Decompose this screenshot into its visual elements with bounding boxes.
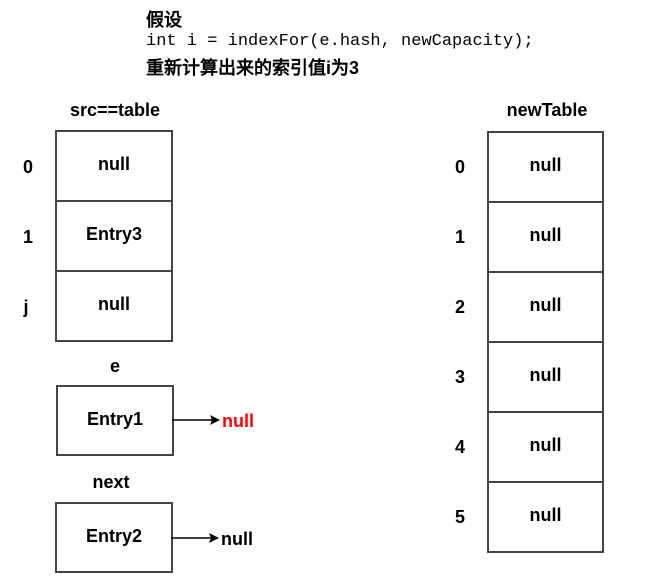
src-cell-0: null xyxy=(57,132,171,202)
src-index-0: 0 xyxy=(22,157,33,177)
recomputed-index-note: 重新计算出来的索引值i为3 xyxy=(146,58,360,78)
entry2-node: Entry2 xyxy=(55,502,173,573)
assumption-title: 假设 xyxy=(146,10,182,30)
src-cell-1: Entry3 xyxy=(57,202,171,272)
src-table: null Entry3 null xyxy=(55,130,173,342)
e-label: e xyxy=(109,356,120,376)
next-next-null: null xyxy=(221,529,253,549)
new-table: null null null null null null xyxy=(487,131,604,553)
new-index-3: 3 xyxy=(454,367,465,387)
next-label: next xyxy=(92,472,130,492)
src-cell-j: null xyxy=(98,294,130,314)
src-index-1: 1 xyxy=(22,227,33,247)
src-index-j: j xyxy=(23,297,29,317)
new-cell-2: null xyxy=(489,273,602,343)
new-table-title: newTable xyxy=(506,100,588,120)
e-next-null: null xyxy=(222,411,254,431)
new-index-1: 1 xyxy=(454,227,465,247)
new-index-2: 2 xyxy=(454,297,465,317)
new-cell-3: null xyxy=(489,343,602,413)
new-index-5: 5 xyxy=(454,507,465,527)
new-cell-5: null xyxy=(529,505,562,525)
new-index-0: 0 xyxy=(454,157,465,177)
next-next-arrow xyxy=(171,533,219,543)
entry1-node: Entry1 xyxy=(56,385,174,456)
new-cell-1: null xyxy=(489,203,602,273)
new-cell-4: null xyxy=(489,413,602,483)
new-cell-0: null xyxy=(489,133,602,203)
new-index-4: 4 xyxy=(454,437,465,457)
e-next-arrow xyxy=(172,415,220,425)
code-line: int i = indexFor(e.hash, newCapacity); xyxy=(146,32,534,51)
src-table-title: src==table xyxy=(69,100,161,120)
